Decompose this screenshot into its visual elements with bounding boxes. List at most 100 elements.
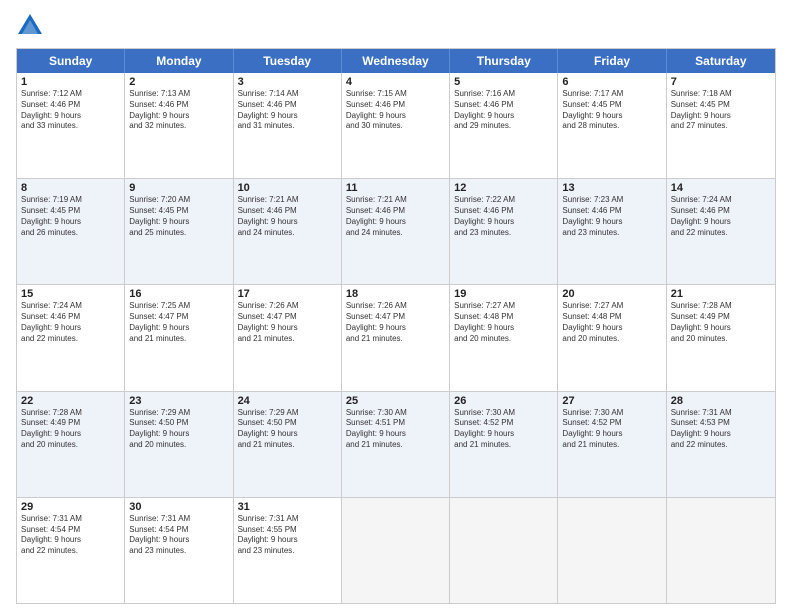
calendar-cell: 14 Sunrise: 7:24 AMSunset: 4:46 PMDaylig… — [667, 179, 775, 284]
calendar-cell-empty — [450, 498, 558, 603]
calendar-cell: 11 Sunrise: 7:21 AMSunset: 4:46 PMDaylig… — [342, 179, 450, 284]
day-number: 20 — [562, 288, 661, 300]
day-number: 1 — [21, 76, 120, 88]
calendar-header-cell: Monday — [125, 49, 233, 73]
day-number: 17 — [238, 288, 337, 300]
day-number: 22 — [21, 395, 120, 407]
cell-text: Sunrise: 7:24 AMSunset: 4:46 PMDaylight:… — [21, 301, 120, 344]
day-number: 16 — [129, 288, 228, 300]
calendar-cell: 3 Sunrise: 7:14 AMSunset: 4:46 PMDayligh… — [234, 73, 342, 178]
calendar-header-cell: Thursday — [450, 49, 558, 73]
calendar-cell: 17 Sunrise: 7:26 AMSunset: 4:47 PMDaylig… — [234, 285, 342, 390]
logo — [16, 12, 48, 40]
cell-text: Sunrise: 7:27 AMSunset: 4:48 PMDaylight:… — [562, 301, 661, 344]
day-number: 28 — [671, 395, 771, 407]
calendar-cell: 4 Sunrise: 7:15 AMSunset: 4:46 PMDayligh… — [342, 73, 450, 178]
calendar-cell: 29 Sunrise: 7:31 AMSunset: 4:54 PMDaylig… — [17, 498, 125, 603]
calendar-cell: 26 Sunrise: 7:30 AMSunset: 4:52 PMDaylig… — [450, 392, 558, 497]
day-number: 29 — [21, 501, 120, 513]
day-number: 4 — [346, 76, 445, 88]
calendar-cell: 13 Sunrise: 7:23 AMSunset: 4:46 PMDaylig… — [558, 179, 666, 284]
day-number: 24 — [238, 395, 337, 407]
calendar-cell: 15 Sunrise: 7:24 AMSunset: 4:46 PMDaylig… — [17, 285, 125, 390]
cell-text: Sunrise: 7:29 AMSunset: 4:50 PMDaylight:… — [129, 408, 228, 451]
calendar-cell: 31 Sunrise: 7:31 AMSunset: 4:55 PMDaylig… — [234, 498, 342, 603]
calendar-cell-empty — [558, 498, 666, 603]
day-number: 14 — [671, 182, 771, 194]
logo-icon — [16, 12, 44, 40]
calendar-row: 15 Sunrise: 7:24 AMSunset: 4:46 PMDaylig… — [17, 285, 775, 391]
calendar-cell: 16 Sunrise: 7:25 AMSunset: 4:47 PMDaylig… — [125, 285, 233, 390]
calendar-cell: 27 Sunrise: 7:30 AMSunset: 4:52 PMDaylig… — [558, 392, 666, 497]
calendar-cell: 9 Sunrise: 7:20 AMSunset: 4:45 PMDayligh… — [125, 179, 233, 284]
cell-text: Sunrise: 7:30 AMSunset: 4:52 PMDaylight:… — [454, 408, 553, 451]
calendar-cell: 19 Sunrise: 7:27 AMSunset: 4:48 PMDaylig… — [450, 285, 558, 390]
calendar-cell: 23 Sunrise: 7:29 AMSunset: 4:50 PMDaylig… — [125, 392, 233, 497]
calendar-cell: 22 Sunrise: 7:28 AMSunset: 4:49 PMDaylig… — [17, 392, 125, 497]
day-number: 13 — [562, 182, 661, 194]
page: SundayMondayTuesdayWednesdayThursdayFrid… — [0, 0, 792, 612]
cell-text: Sunrise: 7:31 AMSunset: 4:54 PMDaylight:… — [129, 514, 228, 557]
calendar-cell: 10 Sunrise: 7:21 AMSunset: 4:46 PMDaylig… — [234, 179, 342, 284]
cell-text: Sunrise: 7:21 AMSunset: 4:46 PMDaylight:… — [238, 195, 337, 238]
cell-text: Sunrise: 7:26 AMSunset: 4:47 PMDaylight:… — [238, 301, 337, 344]
cell-text: Sunrise: 7:15 AMSunset: 4:46 PMDaylight:… — [346, 89, 445, 132]
day-number: 10 — [238, 182, 337, 194]
calendar-cell: 6 Sunrise: 7:17 AMSunset: 4:45 PMDayligh… — [558, 73, 666, 178]
calendar-cell: 8 Sunrise: 7:19 AMSunset: 4:45 PMDayligh… — [17, 179, 125, 284]
calendar-header-cell: Sunday — [17, 49, 125, 73]
cell-text: Sunrise: 7:23 AMSunset: 4:46 PMDaylight:… — [562, 195, 661, 238]
calendar-cell: 12 Sunrise: 7:22 AMSunset: 4:46 PMDaylig… — [450, 179, 558, 284]
day-number: 27 — [562, 395, 661, 407]
cell-text: Sunrise: 7:19 AMSunset: 4:45 PMDaylight:… — [21, 195, 120, 238]
calendar-header-cell: Friday — [558, 49, 666, 73]
cell-text: Sunrise: 7:17 AMSunset: 4:45 PMDaylight:… — [562, 89, 661, 132]
calendar-cell: 25 Sunrise: 7:30 AMSunset: 4:51 PMDaylig… — [342, 392, 450, 497]
day-number: 8 — [21, 182, 120, 194]
calendar-body: 1 Sunrise: 7:12 AMSunset: 4:46 PMDayligh… — [17, 73, 775, 603]
cell-text: Sunrise: 7:13 AMSunset: 4:46 PMDaylight:… — [129, 89, 228, 132]
cell-text: Sunrise: 7:30 AMSunset: 4:52 PMDaylight:… — [562, 408, 661, 451]
cell-text: Sunrise: 7:27 AMSunset: 4:48 PMDaylight:… — [454, 301, 553, 344]
calendar-header: SundayMondayTuesdayWednesdayThursdayFrid… — [17, 49, 775, 73]
header — [16, 12, 776, 40]
cell-text: Sunrise: 7:31 AMSunset: 4:54 PMDaylight:… — [21, 514, 120, 557]
cell-text: Sunrise: 7:21 AMSunset: 4:46 PMDaylight:… — [346, 195, 445, 238]
cell-text: Sunrise: 7:18 AMSunset: 4:45 PMDaylight:… — [671, 89, 771, 132]
day-number: 15 — [21, 288, 120, 300]
calendar-row: 29 Sunrise: 7:31 AMSunset: 4:54 PMDaylig… — [17, 498, 775, 603]
calendar-cell-empty — [667, 498, 775, 603]
day-number: 21 — [671, 288, 771, 300]
calendar-row: 1 Sunrise: 7:12 AMSunset: 4:46 PMDayligh… — [17, 73, 775, 179]
day-number: 9 — [129, 182, 228, 194]
day-number: 19 — [454, 288, 553, 300]
calendar-cell: 30 Sunrise: 7:31 AMSunset: 4:54 PMDaylig… — [125, 498, 233, 603]
day-number: 25 — [346, 395, 445, 407]
cell-text: Sunrise: 7:14 AMSunset: 4:46 PMDaylight:… — [238, 89, 337, 132]
day-number: 3 — [238, 76, 337, 88]
calendar-row: 8 Sunrise: 7:19 AMSunset: 4:45 PMDayligh… — [17, 179, 775, 285]
day-number: 2 — [129, 76, 228, 88]
calendar-cell: 2 Sunrise: 7:13 AMSunset: 4:46 PMDayligh… — [125, 73, 233, 178]
cell-text: Sunrise: 7:31 AMSunset: 4:53 PMDaylight:… — [671, 408, 771, 451]
calendar-cell: 7 Sunrise: 7:18 AMSunset: 4:45 PMDayligh… — [667, 73, 775, 178]
cell-text: Sunrise: 7:28 AMSunset: 4:49 PMDaylight:… — [21, 408, 120, 451]
day-number: 31 — [238, 501, 337, 513]
calendar-cell: 21 Sunrise: 7:28 AMSunset: 4:49 PMDaylig… — [667, 285, 775, 390]
day-number: 5 — [454, 76, 553, 88]
cell-text: Sunrise: 7:29 AMSunset: 4:50 PMDaylight:… — [238, 408, 337, 451]
calendar-row: 22 Sunrise: 7:28 AMSunset: 4:49 PMDaylig… — [17, 392, 775, 498]
calendar-header-cell: Wednesday — [342, 49, 450, 73]
calendar: SundayMondayTuesdayWednesdayThursdayFrid… — [16, 48, 776, 604]
calendar-cell: 18 Sunrise: 7:26 AMSunset: 4:47 PMDaylig… — [342, 285, 450, 390]
cell-text: Sunrise: 7:25 AMSunset: 4:47 PMDaylight:… — [129, 301, 228, 344]
cell-text: Sunrise: 7:12 AMSunset: 4:46 PMDaylight:… — [21, 89, 120, 132]
calendar-header-cell: Tuesday — [234, 49, 342, 73]
cell-text: Sunrise: 7:31 AMSunset: 4:55 PMDaylight:… — [238, 514, 337, 557]
calendar-cell: 28 Sunrise: 7:31 AMSunset: 4:53 PMDaylig… — [667, 392, 775, 497]
calendar-cell: 1 Sunrise: 7:12 AMSunset: 4:46 PMDayligh… — [17, 73, 125, 178]
cell-text: Sunrise: 7:24 AMSunset: 4:46 PMDaylight:… — [671, 195, 771, 238]
cell-text: Sunrise: 7:28 AMSunset: 4:49 PMDaylight:… — [671, 301, 771, 344]
day-number: 18 — [346, 288, 445, 300]
calendar-header-cell: Saturday — [667, 49, 775, 73]
